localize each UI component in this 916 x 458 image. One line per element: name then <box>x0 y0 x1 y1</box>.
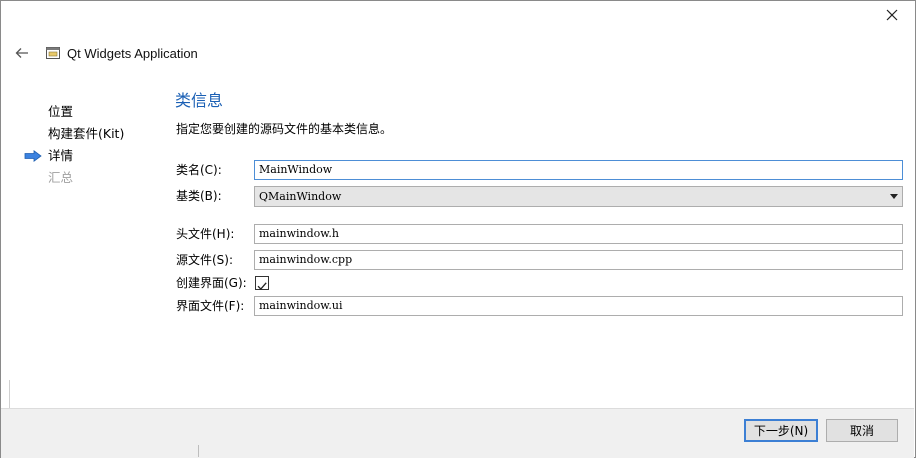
wizard-title: Qt Widgets Application <box>67 46 198 61</box>
cancel-button[interactable]: 取消 <box>826 419 898 442</box>
step-summary: 汇总 <box>24 169 124 191</box>
close-icon <box>886 9 898 21</box>
base-class-select[interactable]: QMainWindow <box>254 186 903 207</box>
side-divider <box>1 380 10 408</box>
back-button[interactable] <box>12 44 32 62</box>
step-label: 详情 <box>48 148 74 163</box>
chevron-down-icon <box>890 194 898 199</box>
step-location: 位置 <box>24 103 124 125</box>
generate-form-checkbox[interactable] <box>255 276 269 290</box>
form-file-label: 界面文件(F): <box>176 299 245 313</box>
step-label: 汇总 <box>48 170 74 185</box>
class-name-label: 类名(C): <box>176 163 222 177</box>
step-details: 详情 <box>24 147 124 169</box>
step-label: 位置 <box>48 104 74 119</box>
header-file-input[interactable]: mainwindow.h <box>254 224 903 244</box>
header-file-label: 头文件(H): <box>176 227 235 241</box>
source-file-input[interactable]: mainwindow.cpp <box>254 250 903 270</box>
step-kit: 构建套件(Kit) <box>24 125 124 147</box>
source-file-label: 源文件(S): <box>176 253 234 267</box>
back-arrow-icon <box>15 48 28 58</box>
base-class-value: QMainWindow <box>259 190 342 203</box>
base-class-label: 基类(B): <box>176 189 222 203</box>
checkmark-icon <box>257 282 267 290</box>
page-title: 类信息 <box>175 91 224 110</box>
form-file-input[interactable]: mainwindow.ui <box>254 296 903 316</box>
page-description: 指定您要创建的源码文件的基本类信息。 <box>176 122 393 136</box>
generate-form-label: 创建界面(G): <box>176 276 247 290</box>
current-step-arrow-icon <box>24 150 42 162</box>
class-name-input[interactable]: MainWindow <box>254 160 903 180</box>
step-label: 构建套件(Kit) <box>48 126 125 141</box>
close-button[interactable] <box>878 4 906 26</box>
wizard-steps: 位置 构建套件(Kit) 详情 汇总 <box>24 103 124 191</box>
app-window-icon <box>46 47 60 59</box>
next-button[interactable]: 下一步(N) <box>744 419 818 442</box>
resize-divider <box>198 445 199 457</box>
